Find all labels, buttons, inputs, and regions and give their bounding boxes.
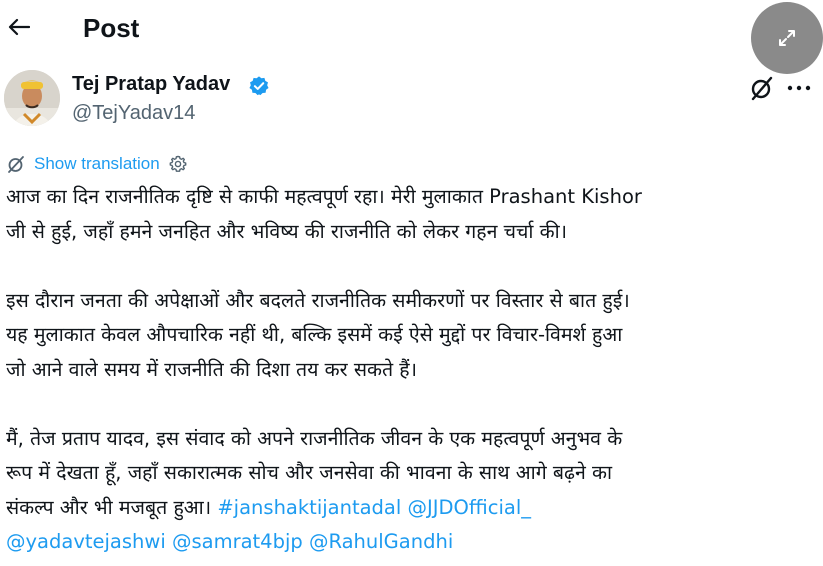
tweet-line: जी से हुई, जहाँ हमने जनहित और भविष्य की … (6, 219, 568, 243)
tweet-line-mentions: @yadavtejashwi @samrat4bjp @RahulGandhi (6, 525, 821, 560)
tweet-line: रूप में देखता हूँ, जहाँ सकारात्मक सोच और… (6, 461, 613, 484)
translate-row: Show translation (6, 152, 188, 176)
arrow-left-icon (8, 18, 30, 36)
grok-button[interactable] (748, 74, 776, 102)
mention-link[interactable]: @RahulGandhi (309, 530, 453, 553)
author-handle[interactable]: @TejYadav14 (72, 101, 195, 125)
tweet-line: यह मुलाकात केवल औपचारिक नहीं थी, बल्कि इ… (6, 323, 623, 346)
tweet-line: इस दौरान जनता की अपेक्षाओं और बदलते राजन… (6, 288, 630, 312)
gear-icon[interactable] (168, 154, 188, 174)
more-icon (787, 85, 811, 91)
avatar[interactable] (4, 70, 60, 126)
show-translation-link[interactable]: Show translation (34, 154, 160, 174)
hashtag-link[interactable]: #janshaktijantadal (217, 496, 401, 519)
tweet-text: आज का दिन राजनीतिक दृष्टि से काफी महत्वप… (6, 180, 821, 560)
tweet-line: जो आने वाले समय में राजनीति की दिशा तय क… (6, 357, 418, 381)
verified-badge-icon (249, 76, 269, 96)
grok-icon (751, 76, 773, 101)
back-button[interactable] (6, 14, 32, 40)
more-options-button[interactable] (784, 74, 814, 102)
tweet-line: आज का दिन राजनीतिक दृष्टि से काफी महत्वप… (6, 185, 642, 208)
expand-icon (779, 30, 795, 46)
expand-button[interactable] (751, 2, 823, 74)
translate-slash-icon (8, 156, 24, 173)
author-name[interactable]: Tej Pratap Yadav (72, 72, 230, 96)
page-title: Post (83, 13, 140, 43)
avatar-image (4, 70, 60, 126)
mention-link[interactable]: @samrat4bjp (172, 530, 303, 553)
mention-link[interactable]: @yadavtejashwi (6, 530, 166, 553)
mention-link[interactable]: @JJDOfficial_ (408, 496, 531, 519)
tweet-line-tags: संकल्प और भी मजबूत हुआ। #janshaktijantad… (6, 491, 821, 526)
tweet-line: मैं, तेज प्रताप यादव, इस संवाद को अपने र… (6, 426, 623, 450)
top-bar: Post (0, 0, 823, 58)
tweet-line-text: संकल्प और भी मजबूत हुआ। (6, 495, 212, 519)
